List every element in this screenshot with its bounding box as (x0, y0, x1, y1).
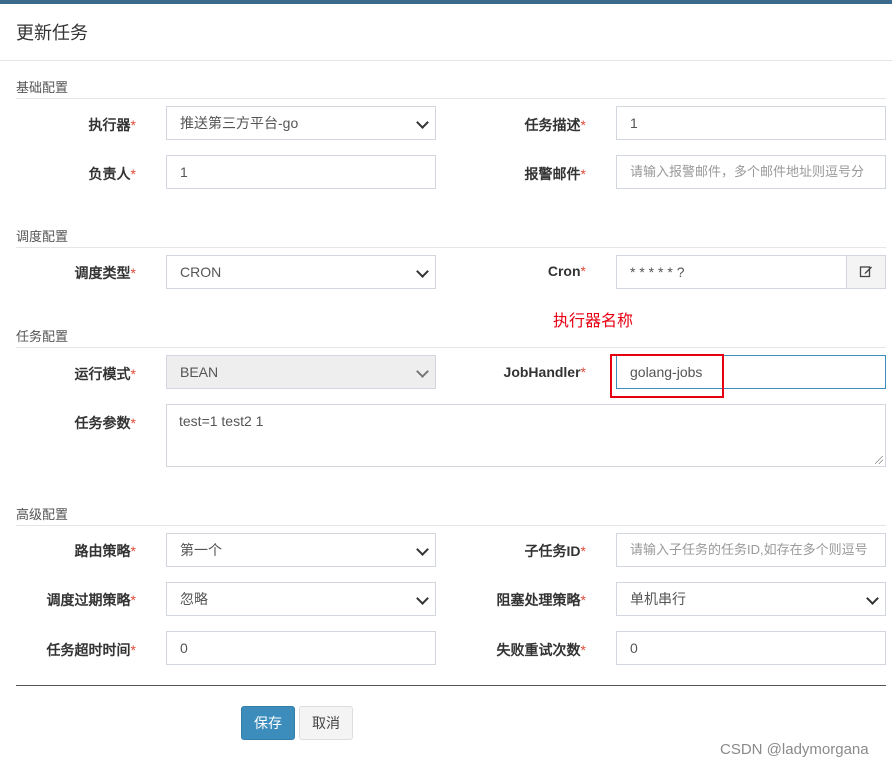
annotation-highlight-box (610, 354, 724, 398)
glue-type-label: 运行模式* (74, 366, 136, 382)
author-label: 负责人* (88, 166, 136, 182)
block-strategy-value: 单机串行 (630, 591, 686, 607)
alarm-email-input[interactable]: 请输入报警邮件，多个邮件地址则逗号分 (616, 155, 886, 189)
job-desc-label: 任务描述* (524, 117, 586, 133)
timeout-label: 任务超时时间* (46, 642, 136, 658)
watermark: CSDN @ladymorgana (720, 741, 869, 758)
chevron-down-icon (416, 592, 429, 605)
block-strategy-label: 阻塞处理策略* (496, 592, 586, 608)
modal-title: 更新任务 (16, 23, 88, 43)
timeout-input[interactable]: 0 (166, 631, 436, 665)
save-button[interactable]: 保存 (241, 706, 295, 740)
glue-type-value: BEAN (180, 364, 219, 380)
section-schedule: 调度配置 (16, 226, 886, 248)
schedule-type-select[interactable]: CRON (166, 255, 436, 289)
section-advanced: 高级配置 (16, 504, 886, 526)
chevron-down-icon (416, 116, 429, 129)
fail-retry-input[interactable]: 0 (616, 631, 886, 665)
job-handler-label: JobHandler* (503, 364, 586, 380)
cron-label: Cron* (547, 263, 586, 279)
window-top-border (0, 0, 892, 4)
chevron-down-icon (416, 265, 429, 278)
job-desc-input[interactable]: 1 (616, 106, 886, 140)
chevron-down-icon (416, 543, 429, 556)
section-task: 任务配置 (16, 326, 886, 348)
misfire-strategy-value: 忽略 (180, 591, 208, 607)
misfire-strategy-select[interactable]: 忽略 (166, 582, 436, 616)
misfire-strategy-label: 调度过期策略* (46, 592, 136, 608)
job-param-label: 任务参数* (74, 415, 136, 431)
block-strategy-select[interactable]: 单机串行 (616, 582, 886, 616)
edit-icon (859, 264, 873, 281)
job-param-textarea[interactable]: test=1 test2 1 (166, 404, 886, 467)
schedule-type-value: CRON (180, 264, 222, 280)
section-basic: 基础配置 (16, 77, 886, 99)
cancel-button[interactable]: 取消 (299, 706, 353, 740)
executor-label: 执行器* (88, 117, 136, 133)
chevron-down-icon (866, 592, 879, 605)
route-strategy-label: 路由策略* (74, 543, 136, 559)
footer-divider (16, 685, 886, 686)
schedule-type-label: 调度类型* (74, 265, 136, 281)
title-divider (0, 60, 892, 61)
route-strategy-select[interactable]: 第一个 (166, 533, 436, 567)
executor-select[interactable]: 推送第三方平台-go (166, 106, 436, 140)
alarm-email-label: 报警邮件* (524, 166, 586, 182)
chevron-down-icon (416, 365, 429, 378)
cron-edit-button[interactable] (846, 255, 886, 289)
author-input[interactable]: 1 (166, 155, 436, 189)
glue-type-select: BEAN (166, 355, 436, 389)
child-job-id-label: 子任务ID* (524, 543, 586, 559)
child-job-id-input[interactable]: 请输入子任务的任务ID,如存在多个则逗号 (616, 533, 886, 567)
job-param-value: test=1 test2 1 (179, 413, 264, 429)
executor-value: 推送第三方平台-go (180, 115, 299, 131)
resize-handle-icon[interactable] (875, 456, 883, 464)
fail-retry-label: 失败重试次数* (496, 642, 586, 658)
route-strategy-value: 第一个 (180, 542, 222, 558)
cron-input[interactable]: * * * * * ? (616, 255, 847, 289)
